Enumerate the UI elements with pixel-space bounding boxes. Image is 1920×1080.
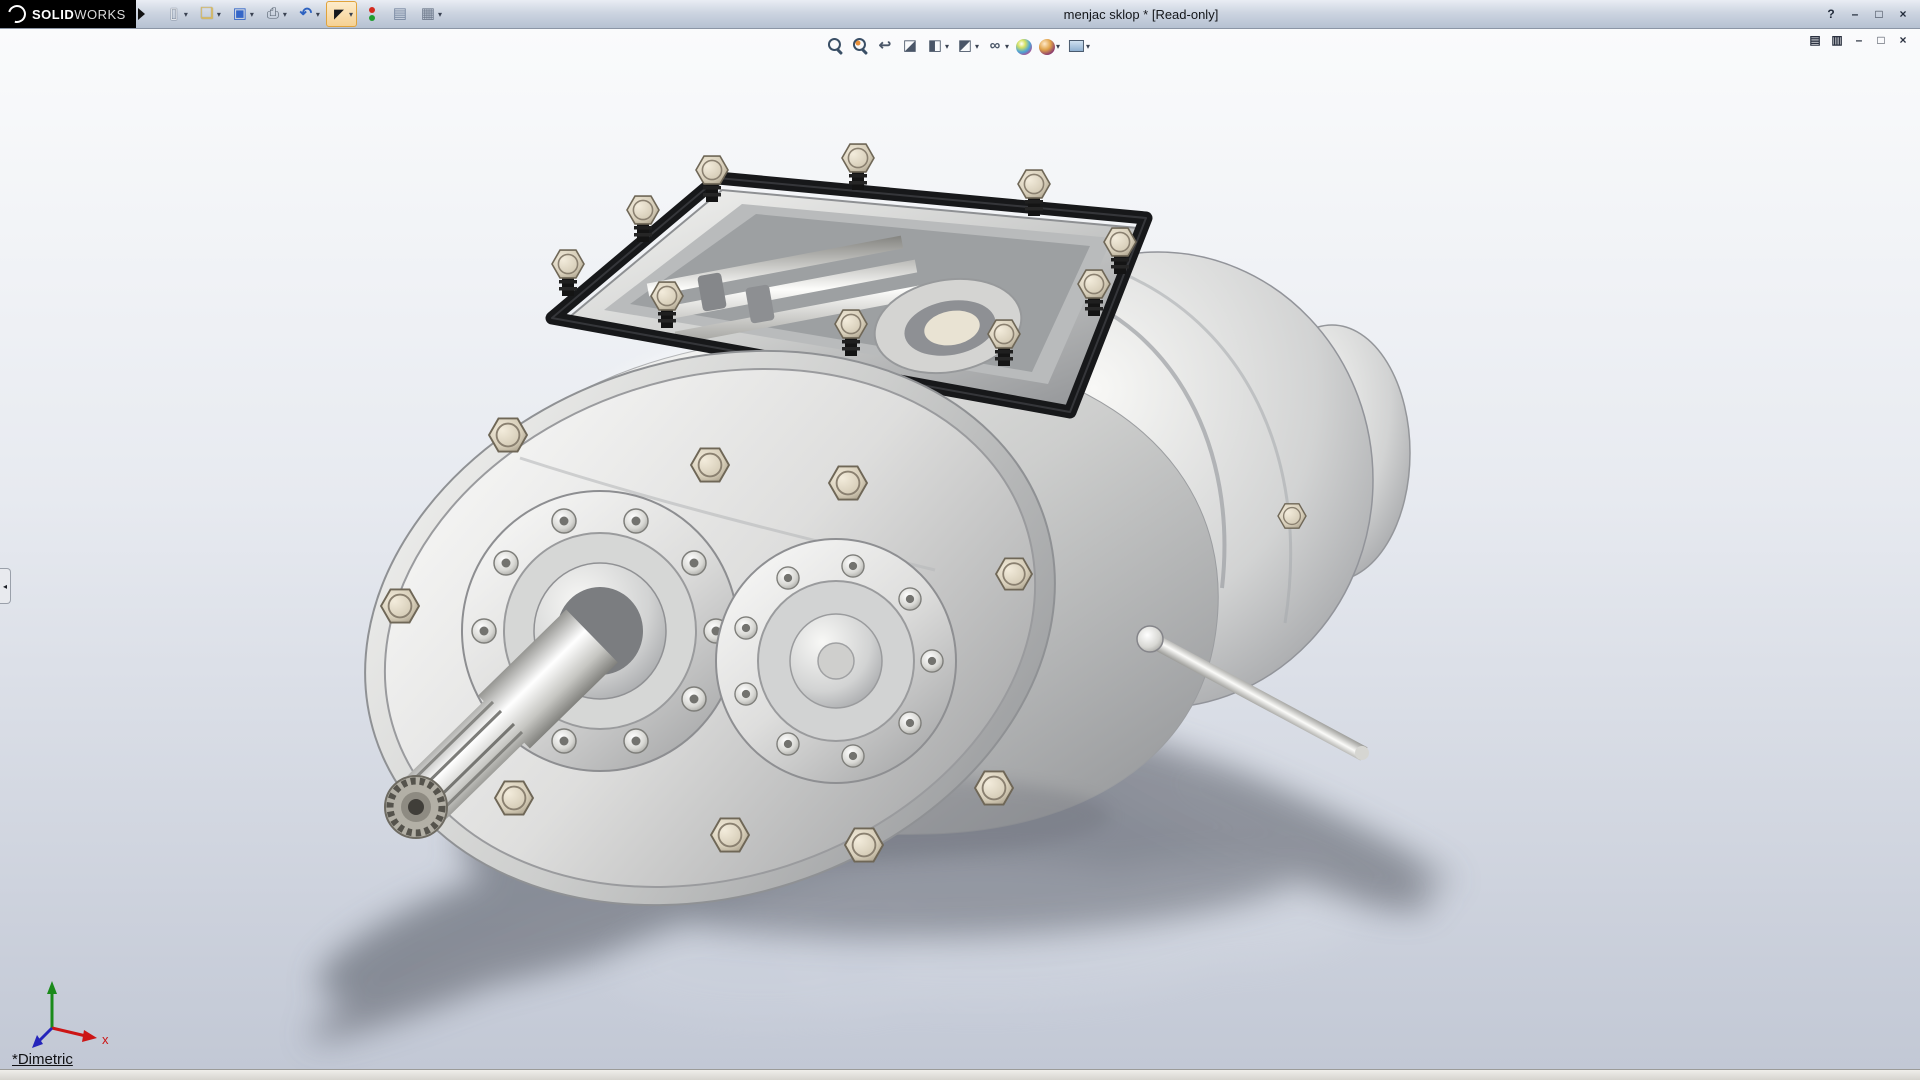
- new-document-button[interactable]: ▯▾: [161, 1, 192, 27]
- options-button[interactable]: ▦▾: [415, 1, 446, 27]
- dropdown-arrow-icon[interactable]: ▾: [184, 10, 188, 19]
- dropdown-arrow-icon[interactable]: ▾: [349, 10, 353, 19]
- titlebar-controls: ? – □ ×: [1820, 5, 1920, 23]
- close-icon: ×: [1899, 8, 1906, 20]
- close-button[interactable]: ×: [1892, 5, 1914, 23]
- file-properties-button[interactable]: ▤: [387, 1, 413, 27]
- doc-restore-button[interactable]: □: [1872, 32, 1890, 48]
- pane-left-icon: ▤: [1809, 34, 1820, 46]
- triad-x-label: x: [102, 1032, 109, 1047]
- select-button[interactable]: ◤▾: [326, 1, 357, 27]
- save-icon: ▣: [231, 5, 249, 23]
- view-settings-icon: [1067, 37, 1085, 55]
- pane-right-icon: ▥: [1831, 34, 1842, 46]
- save-button[interactable]: ▣▾: [227, 1, 258, 27]
- undo-icon: ↶: [297, 5, 315, 23]
- select-icon: ◤: [330, 5, 348, 23]
- dropdown-arrow-icon[interactable]: ▾: [250, 10, 254, 19]
- minimize-button[interactable]: –: [1844, 5, 1866, 23]
- display-style-icon: ◩: [956, 37, 974, 55]
- rebuild-button[interactable]: [359, 1, 385, 27]
- graphics-viewport[interactable]: x ↩◪◧▾◩▾∞▾▾▾ ▤▥–□× ◂ *Dimetric: [0, 28, 1920, 1070]
- print-button[interactable]: ⎙▾: [260, 1, 291, 27]
- section-view-button[interactable]: ◪: [899, 35, 921, 57]
- dropdown-arrow-icon[interactable]: ▾: [217, 10, 221, 19]
- viewport-canvas[interactable]: x: [0, 28, 1920, 1070]
- hide-show-items-icon: ∞: [986, 37, 1004, 55]
- edit-appearance-button[interactable]: [1014, 35, 1034, 57]
- zoom-to-area-icon: [851, 37, 869, 55]
- options-icon: ▦: [419, 5, 437, 23]
- display-style-button[interactable]: ◩▾: [954, 35, 981, 57]
- previous-view-button[interactable]: ↩: [874, 35, 896, 57]
- minimize-icon: –: [1852, 8, 1859, 20]
- rebuild-icon: [363, 5, 381, 23]
- apply-scene-icon: [1039, 39, 1055, 55]
- hide-show-items-button[interactable]: ∞▾: [984, 35, 1011, 57]
- standard-toolbar: ▯▾❏▾▣▾⎙▾↶▾◤▾▤▦▾: [161, 1, 446, 27]
- brand-text: SOLIDWORKS: [32, 7, 126, 22]
- pane-right-button[interactable]: ▥: [1828, 32, 1846, 48]
- dropdown-arrow-icon[interactable]: ▾: [1056, 42, 1060, 51]
- undo-button[interactable]: ↶▾: [293, 1, 324, 27]
- doc-restore-icon: □: [1877, 34, 1884, 46]
- solidworks-window: SOLIDWORKS ▯▾❏▾▣▾⎙▾↶▾◤▾▤▦▾ menjac sklop …: [0, 0, 1920, 1080]
- apply-scene-button[interactable]: ▾: [1037, 35, 1062, 57]
- solidworks-logo: SOLIDWORKS: [0, 0, 136, 28]
- ds-logo-icon: [5, 2, 30, 27]
- dropdown-arrow-icon[interactable]: ▾: [945, 42, 949, 51]
- doc-close-button[interactable]: ×: [1894, 32, 1912, 48]
- pane-left-button[interactable]: ▤: [1806, 32, 1824, 48]
- previous-view-icon: ↩: [876, 37, 894, 55]
- dropdown-arrow-icon[interactable]: ▾: [975, 42, 979, 51]
- dropdown-arrow-icon[interactable]: ▾: [438, 10, 442, 19]
- brand-solid: SOLID: [32, 7, 74, 22]
- view-orientation-icon: ◧: [926, 37, 944, 55]
- spline-end-face: [385, 776, 447, 838]
- window-title: menjac sklop * [Read-only]: [1064, 7, 1219, 22]
- maximize-icon: □: [1875, 8, 1882, 20]
- dropdown-arrow-icon[interactable]: ▾: [283, 10, 287, 19]
- status-bar: [0, 1069, 1920, 1080]
- section-view-icon: ◪: [901, 37, 919, 55]
- new-document-icon: ▯: [165, 5, 183, 23]
- open-button[interactable]: ❏▾: [194, 1, 225, 27]
- collapse-arrow-icon: ◂: [3, 582, 7, 591]
- doc-minimize-button[interactable]: –: [1850, 32, 1868, 48]
- view-settings-button[interactable]: ▾: [1065, 35, 1092, 57]
- title-bar: SOLIDWORKS ▯▾❏▾▣▾⎙▾↶▾◤▾▤▦▾ menjac sklop …: [0, 0, 1920, 29]
- help-icon: ?: [1827, 8, 1834, 20]
- maximize-button[interactable]: □: [1868, 5, 1890, 23]
- print-icon: ⎙: [264, 5, 282, 23]
- doc-minimize-icon: –: [1856, 34, 1863, 46]
- view-orientation-label: *Dimetric: [12, 1051, 73, 1068]
- zoom-to-area-button[interactable]: [849, 35, 871, 57]
- zoom-to-fit-icon: [826, 37, 844, 55]
- brand-works: WORKS: [74, 7, 126, 22]
- feature-panel-collapse-tab[interactable]: ◂: [0, 568, 11, 604]
- file-properties-icon: ▤: [391, 5, 409, 23]
- view-orientation-button[interactable]: ◧▾: [924, 35, 951, 57]
- output-flange[interactable]: [716, 539, 956, 783]
- dropdown-arrow-icon[interactable]: ▾: [1086, 42, 1090, 51]
- dropdown-arrow-icon[interactable]: ▾: [316, 10, 320, 19]
- help-button[interactable]: ?: [1820, 5, 1842, 23]
- view-toolbar: ↩◪◧▾◩▾∞▾▾▾: [824, 35, 1092, 57]
- edit-appearance-icon: [1016, 39, 1032, 55]
- document-controls: ▤ ▥ – □ ×: [1806, 32, 1912, 48]
- open-icon: ❏: [198, 5, 216, 23]
- zoom-to-fit-button[interactable]: [824, 35, 846, 57]
- doc-close-icon: ×: [1899, 34, 1906, 46]
- logo-notch-icon: [138, 8, 145, 20]
- dropdown-arrow-icon[interactable]: ▾: [1005, 42, 1009, 51]
